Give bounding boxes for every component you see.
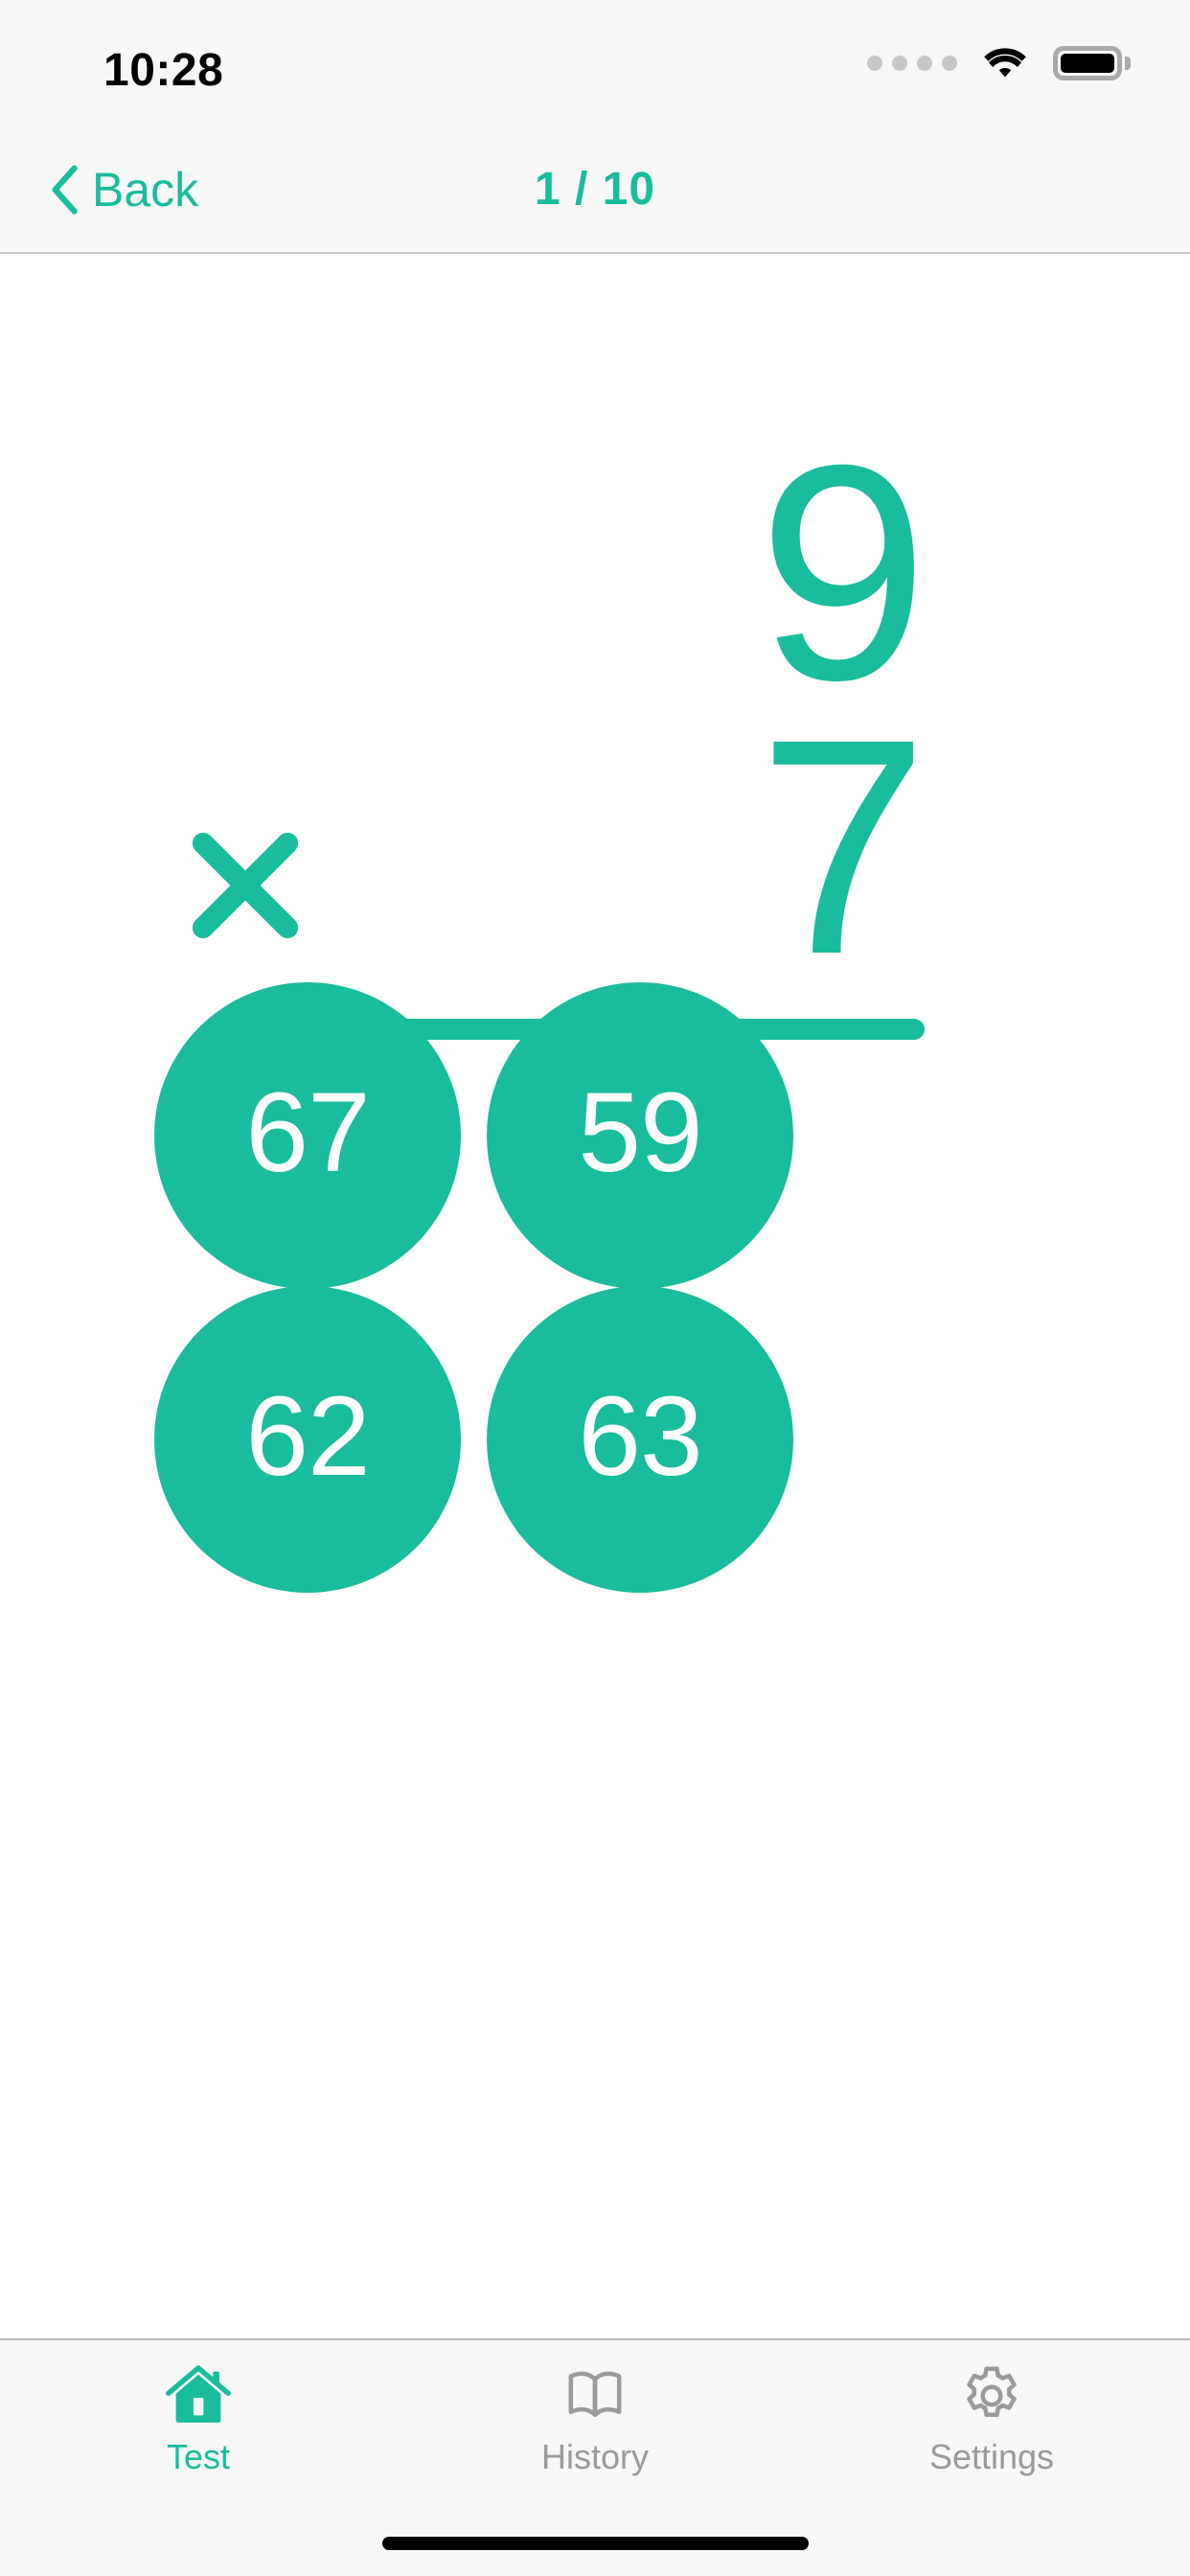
operand-top-row: 9 — [263, 420, 928, 725]
back-button-label: Back — [92, 162, 199, 217]
math-problem: 9 7 — [192, 420, 928, 1040]
status-bar: 10:28 — [0, 0, 1190, 126]
back-button[interactable]: Back — [33, 126, 216, 252]
navigation-bar: Back 1 / 10 — [0, 126, 1190, 254]
quiz-content: 9 7 67 59 62 63 — [0, 254, 1190, 2338]
home-indicator[interactable] — [381, 2537, 809, 2550]
operand-top: 9 — [758, 401, 928, 745]
tab-item-test[interactable]: Test — [0, 2361, 397, 2474]
wifi-icon — [984, 48, 1026, 78]
tab-item-history-label: History — [540, 2437, 649, 2476]
tab-item-history[interactable]: History — [397, 2361, 793, 2474]
operand-bottom: 7 — [758, 675, 928, 1019]
tab-item-settings[interactable]: Settings — [793, 2361, 1190, 2474]
status-bar-time: 10:28 — [103, 45, 224, 96]
book-icon — [568, 2371, 622, 2418]
tab-item-test-label: Test — [166, 2437, 231, 2476]
gear-icon — [967, 2366, 1017, 2418]
answer-option[interactable]: 67 — [154, 982, 461, 1289]
multiply-icon — [192, 832, 299, 939]
tab-bar: Test History Settings — [0, 2338, 1190, 2511]
operand-bottom-row: 7 — [192, 694, 928, 1000]
app-screen: 10:28 Back 1 / 10 9 7 67 59 62 63 Test H… — [0, 0, 1190, 2576]
answer-option[interactable]: 59 — [487, 982, 793, 1289]
chevron-left-icon — [52, 164, 78, 215]
status-bar-indicators — [867, 46, 1131, 80]
tab-item-settings-label: Settings — [928, 2437, 1055, 2476]
answer-option[interactable]: 62 — [154, 1286, 461, 1593]
home-indicator-area — [0, 2511, 1190, 2576]
answer-option[interactable]: 63 — [487, 1286, 793, 1593]
home-icon — [166, 2365, 231, 2423]
answer-options-grid: 67 59 62 63 — [154, 982, 1036, 1596]
signal-dots-icon — [867, 56, 957, 71]
battery-full-icon — [1053, 46, 1131, 80]
